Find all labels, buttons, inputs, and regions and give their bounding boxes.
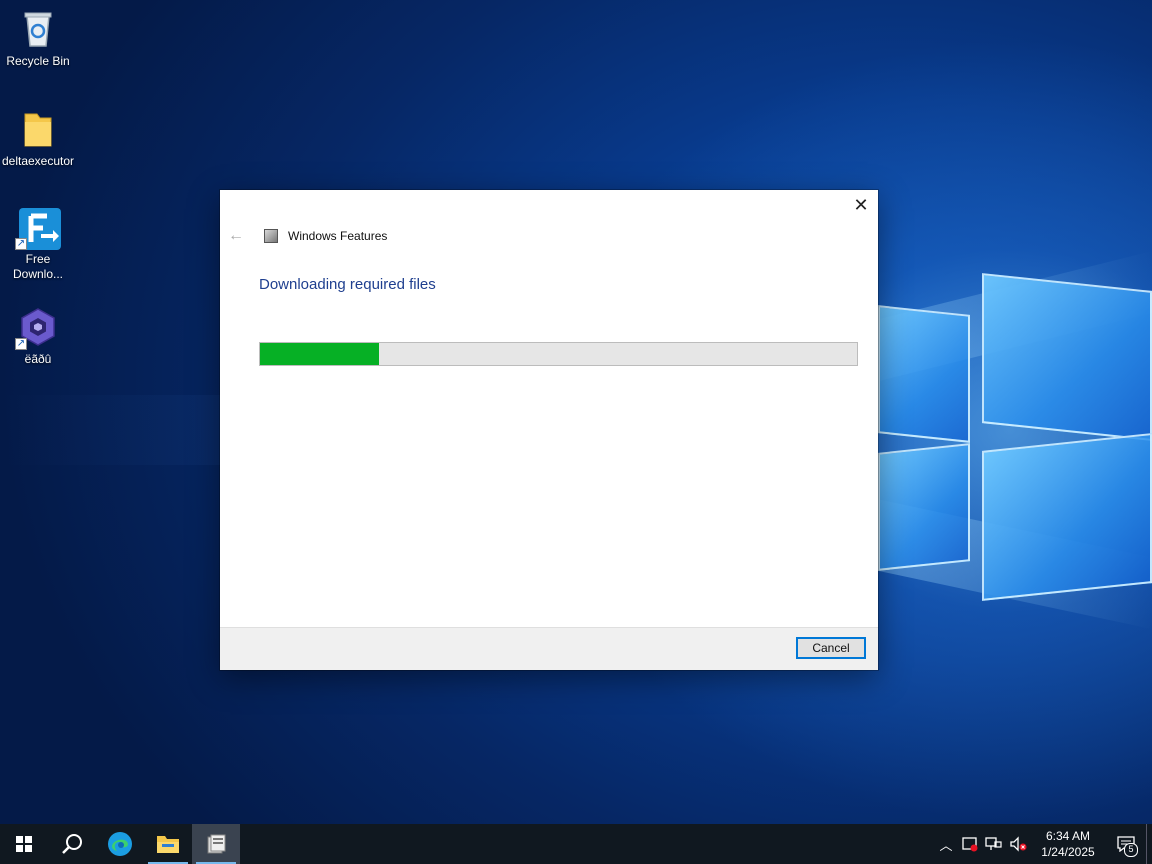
folder-icon	[17, 108, 59, 150]
logo-pane	[982, 433, 1152, 601]
dialog-footer: Cancel	[220, 627, 878, 670]
show-hidden-icons-button[interactable]: ︿	[934, 824, 958, 864]
close-button[interactable]: ✕	[844, 190, 878, 220]
download-progress-bar	[259, 342, 858, 366]
desktop-icon-free-download-manager[interactable]: ↗ Free Downlo...	[0, 206, 76, 282]
dialog-heading: Downloading required files	[259, 276, 436, 293]
network-tray-button[interactable]	[982, 824, 1006, 864]
security-warning-icon	[962, 837, 978, 852]
volume-muted-icon	[1010, 836, 1027, 852]
volume-tray-button[interactable]	[1006, 824, 1030, 864]
shortcut-arrow-icon: ↗	[15, 338, 27, 350]
desktop-icon-label: ëãðû	[24, 352, 52, 366]
search-button[interactable]	[48, 824, 96, 864]
dialog-header: ← Windows Features	[228, 226, 387, 246]
windows-logo-wallpaper	[878, 270, 1152, 630]
edge-icon	[108, 832, 132, 856]
chevron-up-icon: ︿	[939, 837, 953, 853]
desktop: Recycle Bin deltaexecutor ↗ Free Downlo.…	[0, 0, 1152, 824]
desktop-icon-label: Recycle Bin	[6, 54, 70, 68]
search-icon	[62, 834, 82, 854]
taskbar-windows-features[interactable]	[192, 824, 240, 864]
desktop-icon-recycle-bin[interactable]: Recycle Bin	[0, 8, 76, 69]
taskbar-file-explorer[interactable]	[144, 824, 192, 864]
start-button[interactable]	[0, 824, 48, 864]
desktop-icon-label: Free Downlo...	[12, 252, 64, 281]
desktop-icon-label: deltaexecutor	[1, 154, 75, 168]
taskbar-edge[interactable]	[96, 824, 144, 864]
back-arrow-icon[interactable]: ←	[228, 227, 244, 245]
clock[interactable]: 6:34 AM 1/24/2025	[1036, 828, 1100, 860]
recycle-bin-icon	[17, 8, 59, 50]
shortcut-arrow-icon: ↗	[15, 238, 27, 250]
desktop-icon-gamecube[interactable]: ↗ ëãðû	[0, 306, 76, 367]
windows-features-dialog: ✕ ← Windows Features Downloading require…	[220, 190, 878, 670]
logo-pane	[878, 305, 970, 443]
close-icon: ✕	[853, 194, 869, 215]
logo-pane	[982, 273, 1152, 441]
security-tray-button[interactable]	[958, 824, 982, 864]
clock-time: 6:34 AM	[1045, 829, 1091, 843]
desktop-icon-deltaexecutor[interactable]: deltaexecutor	[0, 108, 76, 169]
taskbar: ︿ 6:34 AM 1/24/2025 5	[0, 824, 1152, 864]
windows-features-icon	[207, 834, 226, 854]
file-explorer-icon	[157, 836, 179, 853]
cancel-button[interactable]: Cancel	[796, 637, 866, 659]
windows-features-app-icon	[264, 229, 278, 243]
dialog-title: Windows Features	[288, 229, 388, 243]
clock-date: 1/24/2025	[1041, 845, 1095, 859]
network-icon	[985, 837, 1002, 850]
progress-fill	[260, 343, 380, 365]
system-tray: ︿ 6:34 AM 1/24/2025 5	[934, 824, 1152, 864]
logo-pane	[878, 443, 970, 571]
action-center-button[interactable]: 5	[1106, 824, 1146, 864]
notification-count-badge: 5	[1124, 843, 1138, 857]
gamecube-icon: ↗	[15, 306, 59, 350]
show-desktop-button[interactable]	[1146, 824, 1152, 864]
free-download-manager-icon: ↗	[15, 206, 61, 250]
windows-start-icon	[16, 836, 32, 852]
